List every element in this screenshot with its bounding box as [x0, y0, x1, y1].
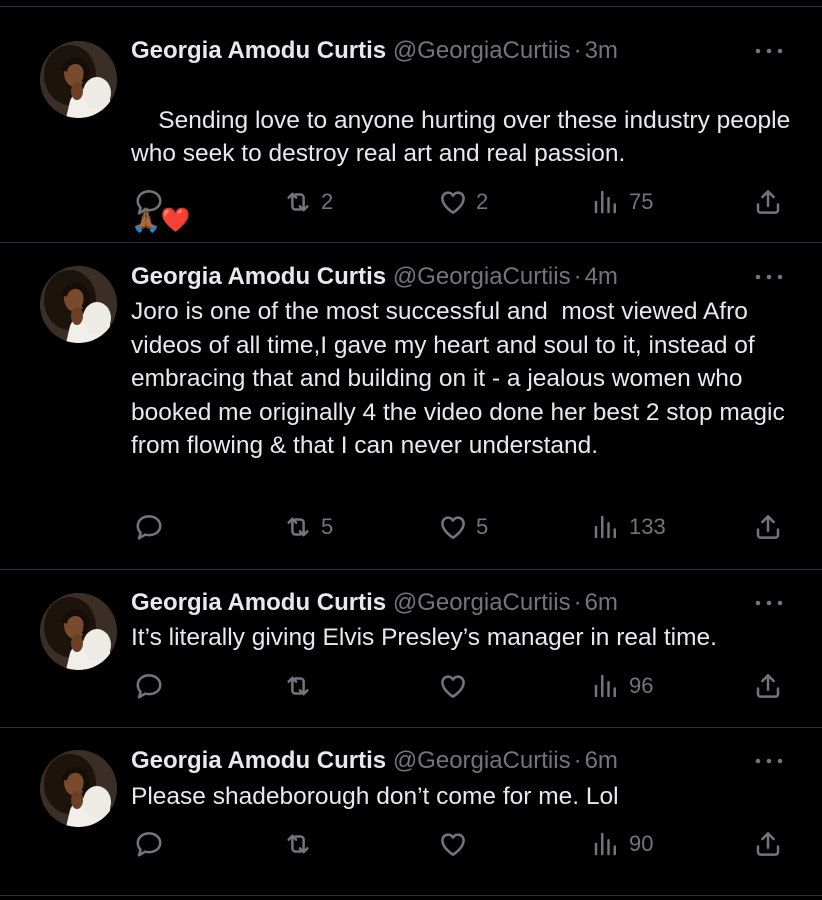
heart-icon — [438, 187, 468, 217]
tweet-text: Please shadeborough don’t come for me. L… — [131, 783, 619, 810]
view-count: 75 — [629, 189, 654, 214]
author-name[interactable]: Georgia Amodu Curtis — [131, 589, 386, 616]
views-button[interactable]: 133 — [591, 512, 666, 542]
reply-icon — [134, 829, 164, 859]
retweet-icon — [283, 187, 313, 217]
share-button[interactable] — [753, 829, 783, 859]
tweet-text: Joro is one of the most successful and m… — [131, 298, 792, 459]
like-count: 5 — [476, 514, 489, 539]
reply-icon — [134, 671, 164, 701]
views-button[interactable]: 96 — [591, 671, 653, 701]
author-handle[interactable]: @GeorgiaCurtiis — [393, 747, 571, 774]
share-icon — [753, 187, 783, 217]
author-name[interactable]: Georgia Amodu Curtis — [131, 263, 386, 290]
avatar[interactable] — [40, 750, 117, 827]
separator: · — [573, 747, 582, 774]
divider — [0, 242, 822, 243]
separator: · — [573, 37, 582, 64]
share-button[interactable] — [753, 671, 783, 701]
reply-button[interactable] — [134, 187, 172, 217]
share-icon — [753, 671, 783, 701]
reply-button[interactable] — [134, 829, 172, 859]
tweet-text: Sending love to anyone hurting over thes… — [131, 70, 791, 271]
separator: · — [573, 589, 582, 616]
author-name[interactable]: Georgia Amodu Curtis — [131, 747, 386, 774]
divider — [0, 727, 822, 728]
avatar[interactable] — [40, 41, 117, 118]
divider — [0, 569, 822, 570]
more-icon[interactable] — [752, 596, 786, 610]
reply-button[interactable] — [134, 512, 172, 542]
more-icon[interactable] — [752, 754, 786, 768]
avatar[interactable] — [40, 266, 117, 343]
retweet-button[interactable] — [283, 829, 321, 859]
more-icon[interactable] — [752, 270, 786, 284]
share-button[interactable] — [753, 512, 783, 542]
heart-icon — [438, 829, 468, 859]
heart-icon — [438, 512, 468, 542]
retweet-count: 2 — [321, 189, 334, 214]
like-button[interactable] — [438, 829, 476, 859]
view-count: 90 — [629, 831, 654, 856]
views-button[interactable]: 90 — [591, 829, 653, 859]
timestamp[interactable]: 6m — [585, 747, 618, 774]
retweet-button[interactable]: 5 — [283, 512, 333, 542]
view-count: 96 — [629, 673, 654, 698]
divider-top — [0, 6, 822, 7]
like-button[interactable]: 5 — [438, 512, 488, 542]
timestamp[interactable]: 6m — [585, 589, 618, 616]
reply-icon — [134, 187, 164, 217]
views-icon — [591, 671, 621, 701]
heart-icon — [438, 671, 468, 701]
timestamp[interactable]: 3m — [585, 37, 618, 64]
view-count: 133 — [629, 514, 666, 539]
timestamp[interactable]: 4m — [585, 263, 618, 290]
separator: · — [573, 263, 582, 290]
views-button[interactable]: 75 — [591, 187, 653, 217]
tweet-header: Georgia Amodu Curtis @GeorgiaCurtiis · 3m — [131, 36, 618, 66]
avatar[interactable] — [40, 593, 117, 670]
like-count: 2 — [476, 189, 489, 214]
views-icon — [591, 512, 621, 542]
more-icon[interactable] — [752, 44, 786, 58]
author-handle[interactable]: @GeorgiaCurtiis — [393, 589, 571, 616]
views-icon — [591, 829, 621, 859]
share-icon — [753, 512, 783, 542]
author-handle[interactable]: @GeorgiaCurtiis — [393, 263, 571, 290]
share-button[interactable] — [753, 187, 783, 217]
tweet-text: It’s literally giving Elvis Presley’s ma… — [131, 624, 717, 651]
tweet-header: Georgia Amodu Curtis @GeorgiaCurtiis · 4m — [131, 262, 618, 292]
reply-button[interactable] — [134, 671, 172, 701]
share-icon — [753, 829, 783, 859]
retweet-button[interactable]: 2 — [283, 187, 333, 217]
author-name[interactable]: Georgia Amodu Curtis — [131, 37, 386, 64]
retweet-count: 5 — [321, 514, 334, 539]
tweet-header: Georgia Amodu Curtis @GeorgiaCurtiis · 6m — [131, 746, 618, 776]
retweet-button[interactable] — [283, 671, 321, 701]
retweet-icon — [283, 829, 313, 859]
tweet-text-content: Sending love to anyone hurting over thes… — [131, 106, 798, 168]
views-icon — [591, 187, 621, 217]
like-button[interactable] — [438, 671, 476, 701]
divider — [0, 895, 822, 896]
like-button[interactable]: 2 — [438, 187, 488, 217]
retweet-icon — [283, 512, 313, 542]
reply-icon — [134, 512, 164, 542]
author-handle[interactable]: @GeorgiaCurtiis — [393, 37, 571, 64]
retweet-icon — [283, 671, 313, 701]
tweet-header: Georgia Amodu Curtis @GeorgiaCurtiis · 6m — [131, 588, 618, 618]
